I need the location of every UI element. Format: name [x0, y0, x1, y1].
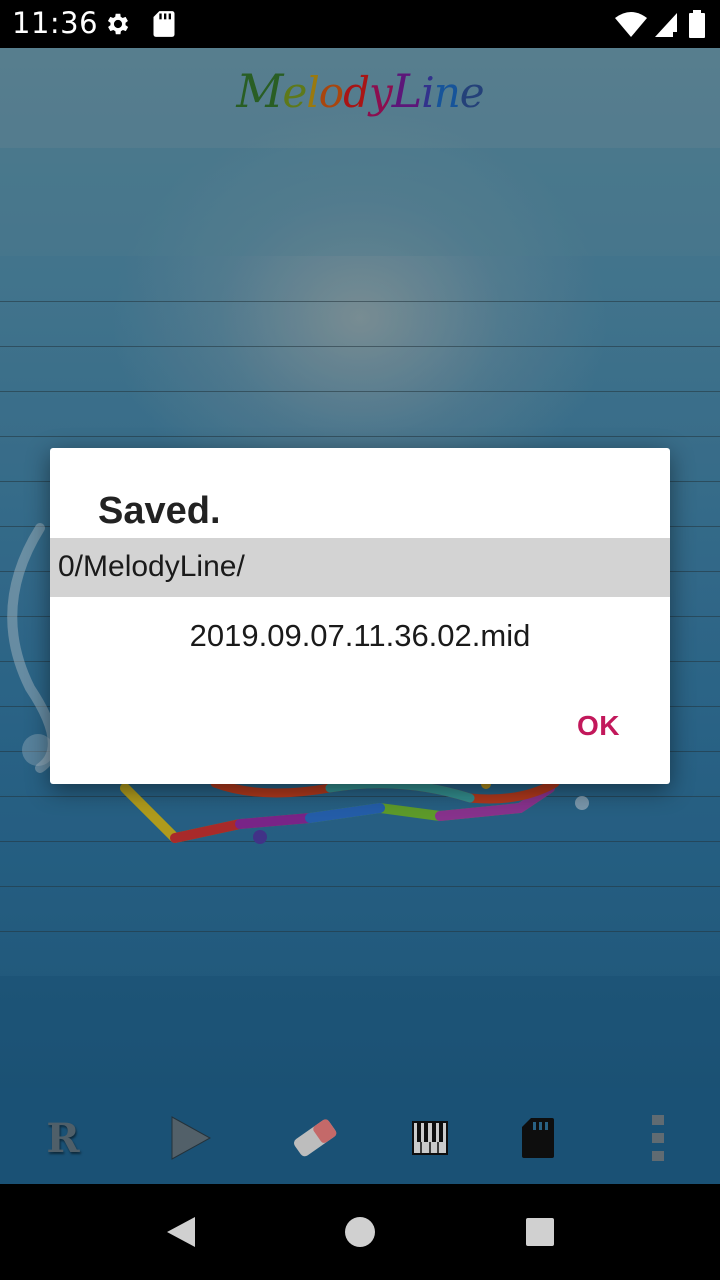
wifi-icon [614, 12, 648, 43]
settings-icon [104, 10, 132, 43]
status-time: 11:36 [12, 6, 99, 40]
back-icon [167, 1217, 195, 1247]
battery-icon [688, 10, 706, 43]
home-icon [345, 1217, 375, 1247]
recents-icon [526, 1218, 554, 1246]
navigation-bar [0, 1184, 720, 1280]
status-bar: 11:36 [0, 0, 720, 48]
save-path-bar: 0/MelodyLine/ [50, 538, 670, 597]
home-button[interactable] [336, 1208, 384, 1256]
save-path: 0/MelodyLine/ [58, 550, 245, 583]
recents-button[interactable] [516, 1208, 564, 1256]
sd-card-icon [152, 10, 176, 43]
ok-button[interactable]: OK [577, 710, 620, 742]
dialog-title: Saved. [98, 490, 221, 532]
saved-filename: 2019.09.07.11.36.02.mid [189, 618, 531, 653]
back-button[interactable] [156, 1208, 204, 1256]
cellular-signal-icon [654, 12, 678, 43]
saved-dialog: Saved. 0/MelodyLine/ 2019.09.07.11.36.02… [50, 448, 670, 784]
